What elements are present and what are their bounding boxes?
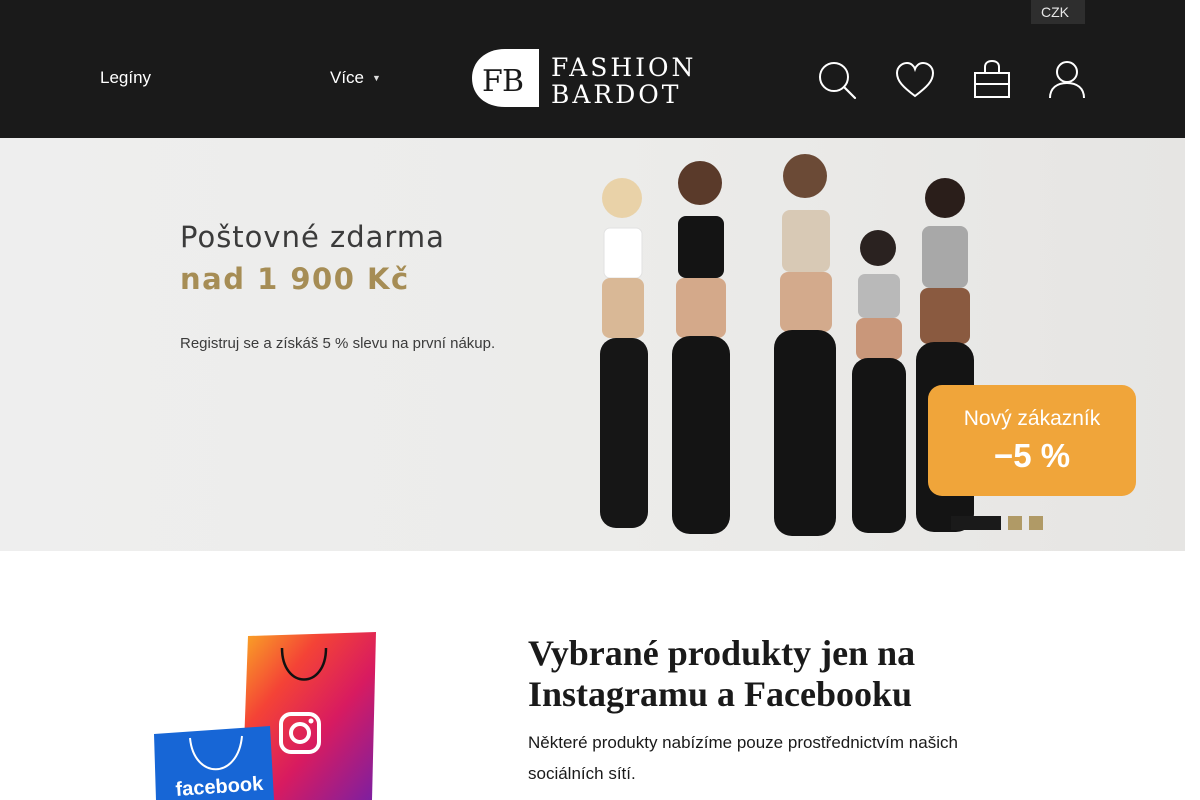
wishlist-button[interactable] [893,58,937,102]
slider-dot-2[interactable] [1008,516,1022,530]
user-icon [1049,61,1085,99]
site-header: CZK Legíny Více ▼ F B FASHION BARDOT [0,0,1185,138]
hero-banner[interactable]: Poštovné zdarma nad 1 900 Kč Registruj s… [0,138,1185,551]
logo-text-fashion: FASHION [551,53,697,82]
banner-headline-threshold: nad 1 900 Kč [180,262,410,296]
banner-subtext: Registruj se a získáš 5 % slevu na první… [180,335,496,352]
chevron-down-icon: ▼ [372,73,381,83]
social-section-title: Vybrané produkty jen na Instagramu a Fac… [528,633,916,714]
slider-dot-1[interactable] [951,516,1001,530]
slider-dot-3[interactable] [1029,516,1043,530]
social-section-text: Některé produkty nabízíme pouze prostřed… [528,733,958,783]
search-button[interactable] [815,58,859,102]
nav-link-leginy[interactable]: Legíny [100,68,151,88]
logo-mark-icon: F B [472,49,539,107]
logo-text-bardot: BARDOT [551,80,682,109]
social-bags-image: facebook [154,632,376,800]
new-customer-badge: Nový zákazník −5 % [928,385,1136,496]
nav-vice-label: Více [330,68,365,87]
shopping-bag-icon [974,59,1010,98]
svg-text:F: F [482,64,503,99]
banner-headline: Poštovné zdarma [180,220,445,254]
nav-link-vice[interactable]: Více ▼ [330,68,381,88]
site-logo[interactable]: F B FASHION BARDOT [471,48,716,110]
cart-button[interactable] [970,58,1014,102]
svg-text:B: B [502,64,524,99]
heart-icon [895,61,935,98]
currency-selector[interactable]: CZK [1031,0,1085,24]
account-button[interactable] [1045,58,1089,102]
badge-text-customer: Nový zákazník [963,407,1101,430]
search-icon [819,62,857,100]
badge-text-discount: −5 % [993,437,1071,474]
